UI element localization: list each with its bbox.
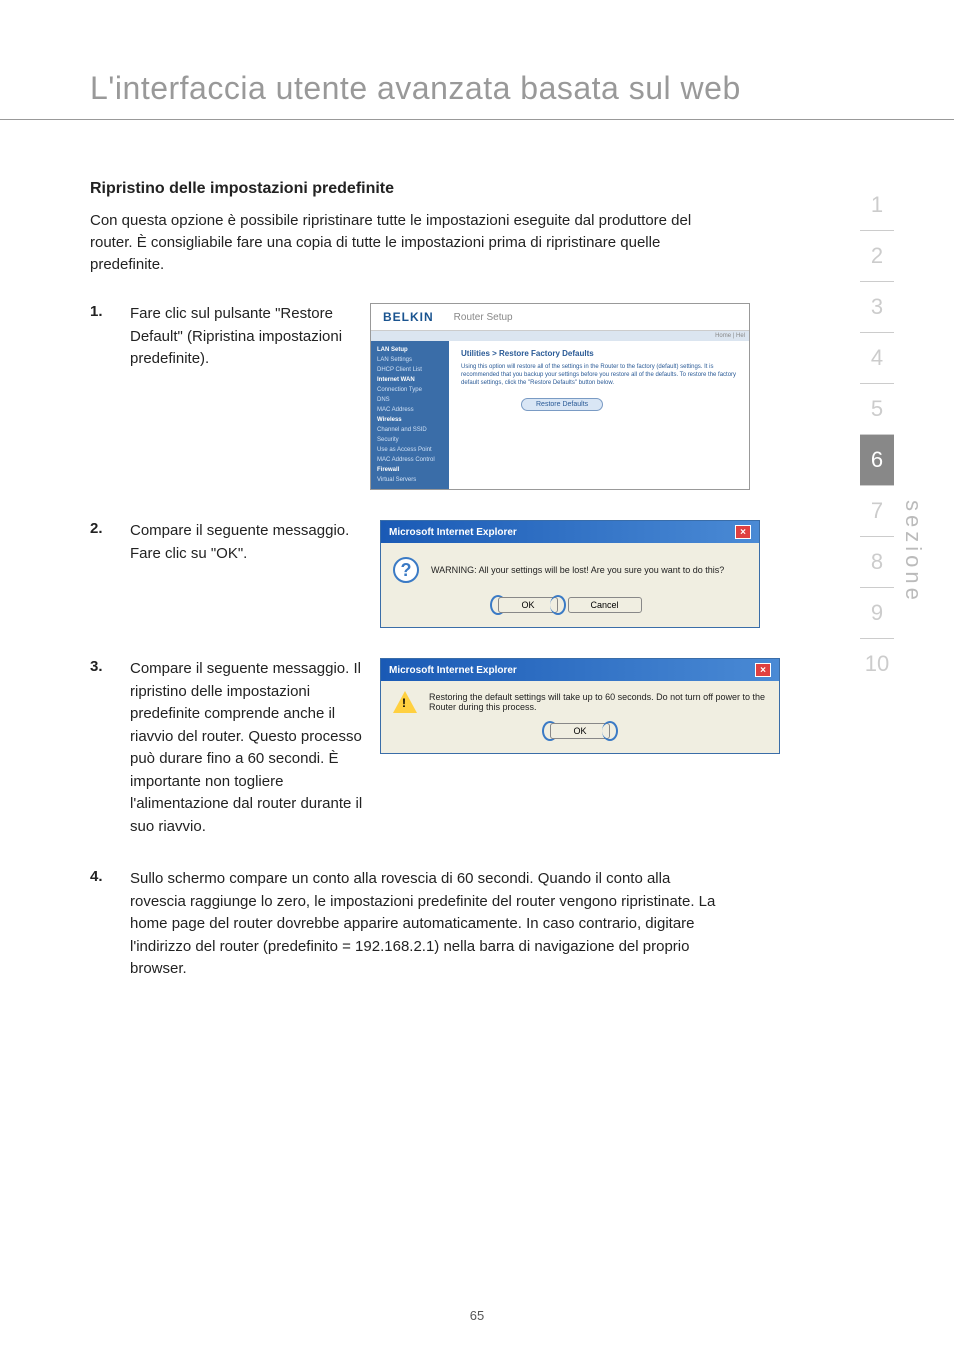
sb-conn-type: Connection Type [371,385,449,395]
sb-wireless: Wireless [371,415,449,425]
warning-icon [393,691,417,713]
tab-6[interactable]: 6 [860,435,894,486]
page-title: L'interfaccia utente avanzata basata sul… [0,0,954,120]
sb-lan-settings: LAN Settings [371,355,449,365]
step-1: 1. Fare clic sul pulsante "Restore Defau… [90,303,730,490]
step-3-text: Compare il seguente messaggio. Il ripris… [130,658,380,838]
router-sidebar: LAN Setup LAN Settings DHCP Client List … [371,341,449,489]
router-setup-screenshot: BELKIN Router Setup Home | Hel LAN Setup… [370,303,750,490]
sb-mac: MAC Address [371,405,449,415]
sb-security: Security [371,435,449,445]
belkin-logo: BELKIN [371,304,446,330]
dialog2-title: Microsoft Internet Explorer [389,665,517,676]
ok-button[interactable]: OK [550,723,609,739]
sb-firewall: Firewall [371,465,449,475]
sb-channel: Channel and SSID [371,425,449,435]
step-2-text: Compare il seguente messaggio. Fare clic… [130,520,380,565]
router-main-panel: Utilities > Restore Factory Defaults Usi… [449,341,749,489]
sb-dhcp: DHCP Client List [371,365,449,375]
page-number: 65 [470,1308,484,1323]
ie-restore-dialog: Microsoft Internet Explorer × Restoring … [380,658,780,754]
restore-defaults-button[interactable]: Restore Defaults [521,398,603,411]
tab-5[interactable]: 5 [860,384,894,435]
side-label-sezione: sezione [900,500,926,604]
dialog1-title: Microsoft Internet Explorer [389,527,517,538]
tab-8[interactable]: 8 [860,537,894,588]
section-tabs: 1 2 3 4 5 6 7 8 9 10 [860,180,894,689]
intro-paragraph: Con questa opzione è possibile ripristin… [90,210,730,275]
step-4-number: 4. [90,868,130,981]
tab-3[interactable]: 3 [860,282,894,333]
ie-warning-dialog: Microsoft Internet Explorer × ? WARNING:… [380,520,760,628]
step-1-text: Fare clic sul pulsante "Restore Default"… [130,303,370,371]
tab-9[interactable]: 9 [860,588,894,639]
step-2-number: 2. [90,520,130,565]
tab-7[interactable]: 7 [860,486,894,537]
dialog2-message: Restoring the default settings will take… [429,692,767,712]
tab-10[interactable]: 10 [860,639,894,689]
step-2: 2. Compare il seguente messaggio. Fare c… [90,520,730,628]
highlight-oval-right [550,595,566,615]
step-3: 3. Compare il seguente messaggio. Il rip… [90,658,730,838]
tab-4[interactable]: 4 [860,333,894,384]
step-1-number: 1. [90,303,130,371]
sb-dns: DNS [371,395,449,405]
question-icon: ? [393,557,419,583]
router-main-title: Utilities > Restore Factory Defaults [461,349,737,358]
dialog1-message: WARNING: All your settings will be lost!… [431,565,724,575]
close-icon[interactable]: × [735,525,751,539]
sb-lan-setup: LAN Setup [371,345,449,355]
sb-ap: Use as Access Point [371,445,449,455]
tab-1[interactable]: 1 [860,180,894,231]
close-icon[interactable]: × [755,663,771,677]
cancel-button[interactable]: Cancel [568,597,642,613]
sb-vservers: Virtual Servers [371,475,449,485]
section-heading: Ripristino delle impostazioni predefinit… [90,180,730,198]
step-4: 4. Sullo schermo compare un conto alla r… [90,868,730,981]
tab-2[interactable]: 2 [860,231,894,282]
ok-button[interactable]: OK [498,597,557,613]
highlight-oval-right [602,721,618,741]
step-3-number: 3. [90,658,130,838]
step-4-text: Sullo schermo compare un conto alla rove… [130,868,730,981]
home-help-links: Home | Hel [371,331,749,341]
router-main-text: Using this option will restore all of th… [461,364,737,387]
sb-wan: Internet WAN [371,375,449,385]
content-area: Ripristino delle impostazioni predefinit… [0,180,820,981]
router-setup-label: Router Setup [446,312,513,323]
sb-mac-ctrl: MAC Address Control [371,455,449,465]
